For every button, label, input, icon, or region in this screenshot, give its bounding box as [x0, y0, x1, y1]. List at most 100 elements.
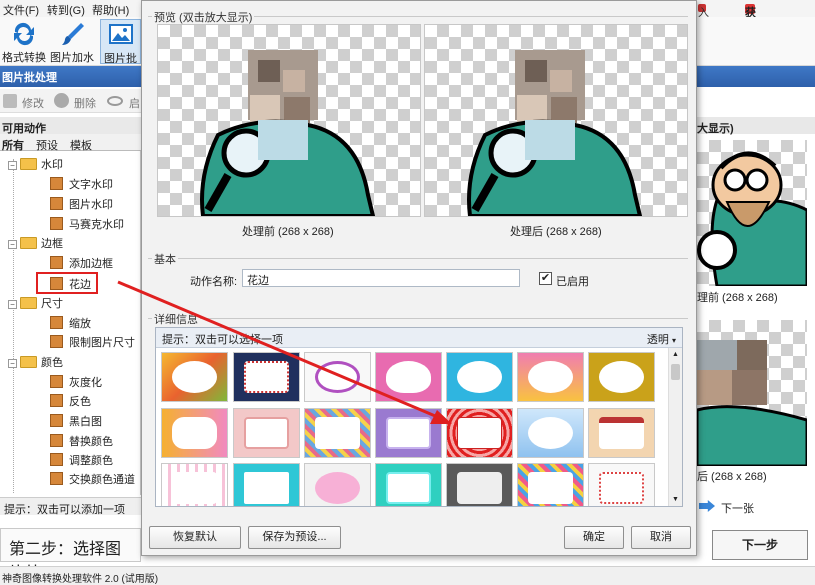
tree-folder-color[interactable]: − 颜色 [8, 354, 63, 372]
right-after-caption: 后 (268 x 268) [697, 471, 767, 483]
scroll-down-icon[interactable]: ▼ [672, 496, 679, 503]
frame-thumb[interactable] [233, 463, 300, 506]
frame-thumb[interactable] [375, 352, 442, 402]
tree-label: 颜色 [41, 357, 63, 369]
detail-group-title: 详细信息 [152, 311, 200, 327]
box-icon [50, 434, 63, 447]
tree-item-bw[interactable]: 黑白图 [50, 413, 102, 431]
right-preview-before[interactable] [697, 140, 809, 288]
tree-folder-watermark[interactable]: − 水印 [8, 156, 63, 174]
frame-thumb[interactable] [517, 408, 584, 458]
batch-process-button[interactable]: 图片批处 [100, 19, 141, 64]
frame-thumb[interactable] [233, 408, 300, 458]
scroll-up-icon[interactable]: ▲ [672, 351, 679, 358]
caret-down-icon: ▾ [671, 336, 676, 345]
frame-thumb[interactable] [161, 408, 228, 458]
frame-thumb[interactable] [161, 463, 228, 506]
preview-after-image[interactable] [424, 24, 688, 218]
frame-thumb[interactable] [588, 463, 655, 506]
tree-label: 反色 [69, 396, 91, 408]
frame-thumb[interactable] [161, 352, 228, 402]
preview-group: 预览 (双击放大显示) [148, 9, 688, 25]
enable-button[interactable]: 启 [129, 95, 140, 111]
preview-before-image[interactable] [157, 24, 421, 218]
gallery-header: 提示：双击可以选择一项 透明 ▾ [156, 328, 682, 348]
frame-thumb[interactable] [446, 463, 513, 506]
tree-item-scale[interactable]: 缩放 [50, 315, 91, 333]
convert-arrows-icon [9, 21, 39, 47]
preview-group-title: 预览 (双击放大显示) [152, 9, 255, 25]
frame-thumb[interactable] [304, 463, 371, 506]
delete-button[interactable]: 删除 [74, 95, 96, 111]
next-step-button[interactable]: 下一步 [712, 530, 808, 560]
add-watermark-button[interactable]: 图片加水印 [48, 19, 96, 80]
tree-item-gray[interactable]: 灰度化 [50, 374, 102, 392]
tree-item-image-watermark[interactable]: 图片水印 [50, 196, 113, 214]
edit-toolbar: 修改 删除 启 [0, 89, 141, 113]
tree-label: 添加边框 [69, 258, 113, 270]
box-icon [50, 375, 63, 388]
actions-label: 可用动作 [0, 117, 141, 135]
folder-icon [20, 158, 37, 170]
frame-thumb[interactable] [304, 408, 371, 458]
frame-thumb[interactable] [304, 352, 371, 402]
right-preview-after[interactable] [695, 320, 809, 468]
tree-label: 黑白图 [69, 416, 102, 428]
tree-item-add-border[interactable]: 添加边框 [50, 255, 113, 273]
next-picture-button[interactable]: 下一张 [697, 497, 815, 517]
frame-thumb[interactable] [517, 463, 584, 506]
gallery-scrollbar[interactable]: ▲ ▼ [668, 348, 682, 506]
enabled-label: 已启用 [556, 276, 589, 288]
tree-item-replace-color[interactable]: 替换颜色 [50, 433, 113, 451]
basic-group: 基本 [148, 251, 688, 267]
tree-line [13, 159, 14, 493]
tree-item-swap-channel[interactable]: 交换颜色通道 [50, 471, 135, 489]
collapse-icon: − [8, 359, 17, 368]
action-name-input[interactable]: 花边 [242, 269, 520, 287]
tree-label: 马赛克水印 [69, 219, 124, 231]
menu-file[interactable]: 文件(F) [3, 2, 39, 18]
tree-item-mosaic-watermark[interactable]: 马赛克水印 [50, 216, 124, 234]
cancel-button[interactable]: 取消 [631, 526, 691, 549]
delete-icon [54, 93, 69, 108]
frame-thumb[interactable] [588, 408, 655, 458]
frame-thumb[interactable] [375, 408, 442, 458]
frame-thumb[interactable] [233, 352, 300, 402]
tree-label: 限制图片尺寸 [69, 337, 135, 349]
scroll-thumb[interactable] [671, 364, 680, 380]
box-icon [50, 316, 63, 329]
tree-label: 边框 [41, 238, 63, 250]
frame-thumb[interactable] [588, 352, 655, 402]
edit-button[interactable]: 修改 [22, 95, 44, 111]
frame-thumb-selected[interactable] [446, 408, 513, 458]
lace-settings-dialog: 预览 (双击放大显示) 处理前 (268 x 268) 处理后 (268 x 2… [141, 0, 697, 556]
frame-thumb[interactable] [375, 463, 442, 506]
enabled-checkbox[interactable]: ✔ [539, 272, 552, 285]
tree-folder-size[interactable]: − 尺寸 [8, 295, 63, 313]
brush-icon [57, 21, 87, 47]
tree-label: 图片水印 [69, 199, 113, 211]
tree-item-adjust-color[interactable]: 调整颜色 [50, 452, 113, 470]
ok-button[interactable]: 确定 [564, 526, 624, 549]
transparency-dropdown[interactable]: 透明 ▾ [647, 331, 676, 347]
detail-group: 详细信息 [148, 311, 688, 327]
tree-item-invert[interactable]: 反色 [50, 393, 91, 411]
restore-default-button[interactable]: 恢复默认 [149, 526, 241, 549]
left-hint: 提示：双击可以添加一项 [0, 497, 141, 516]
tree-item-limit-size[interactable]: 限制图片尺寸 [50, 334, 135, 352]
before-caption: 处理前 (268 x 268) [242, 226, 334, 238]
box-icon [50, 177, 63, 190]
format-convert-button[interactable]: 格式转换 [0, 19, 48, 64]
frame-thumb[interactable] [446, 352, 513, 402]
frame-thumb[interactable] [517, 352, 584, 402]
batch-process-label: 图片批处 [104, 53, 137, 64]
menu-goto[interactable]: 转到(G) [47, 2, 85, 18]
tree-folder-border[interactable]: − 边框 [8, 235, 63, 253]
tree-label: 调整颜色 [69, 455, 113, 467]
tree-label: 替换颜色 [69, 436, 113, 448]
tree-label: 灰度化 [69, 377, 102, 389]
tree-item-lace-selected[interactable]: 花边 [36, 272, 98, 294]
menu-help[interactable]: 帮助(H) [92, 2, 129, 18]
save-preset-button[interactable]: 保存为预设... [248, 526, 341, 549]
tree-item-text-watermark[interactable]: 文字水印 [50, 176, 113, 194]
